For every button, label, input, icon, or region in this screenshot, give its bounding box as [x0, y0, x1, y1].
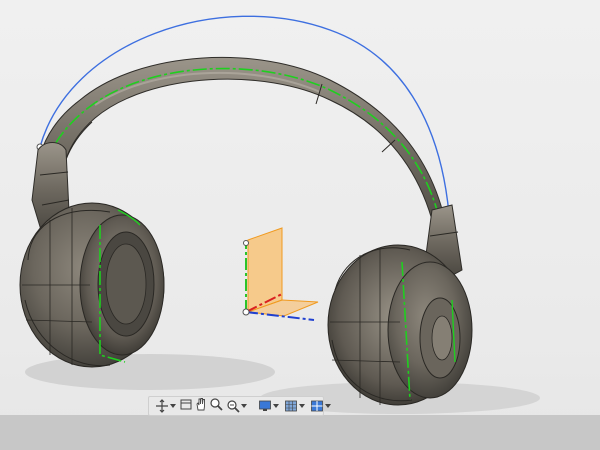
grid-settings-button[interactable]: [281, 398, 307, 414]
look-at-icon: [179, 397, 193, 416]
monitor-icon: [257, 398, 272, 414]
sketch-curve[interactable]: [39, 15, 450, 215]
model-canvas[interactable]: [0, 0, 600, 450]
zoom-window-icon: [225, 398, 240, 414]
zoom-button[interactable]: [208, 397, 223, 416]
origin-point[interactable]: [242, 308, 250, 316]
orbit-button[interactable]: [152, 398, 178, 414]
status-area: [0, 415, 600, 450]
3d-viewport[interactable]: [0, 0, 600, 450]
navigation-bar: [148, 396, 331, 416]
hand-icon: [194, 397, 208, 416]
viewports-button[interactable]: [307, 398, 333, 414]
orbit-icon: [154, 398, 169, 414]
zoom-icon: [209, 397, 223, 416]
viewports-icon: [309, 398, 324, 414]
look-at-button[interactable]: [178, 398, 193, 414]
left-earcup[interactable]: [19, 202, 165, 368]
grid-icon: [283, 398, 298, 414]
display-settings-button[interactable]: [255, 398, 281, 414]
axis-y-endpoint[interactable]: [243, 240, 249, 246]
pan-button[interactable]: [193, 397, 208, 416]
origin-planes[interactable]: [242, 227, 319, 321]
zoom-window-button[interactable]: [223, 398, 249, 414]
